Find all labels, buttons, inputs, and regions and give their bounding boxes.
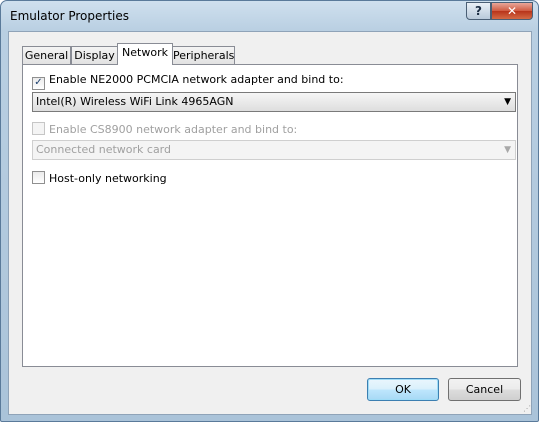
tab-general[interactable]: General	[22, 46, 71, 64]
check-icon: ✓	[34, 77, 43, 88]
help-button[interactable]: ?	[466, 2, 491, 20]
cs8900-adapter-value: Connected network card	[36, 143, 171, 156]
ne2000-checkbox-row[interactable]: ✓ Enable NE2000 PCMCIA network adapter a…	[32, 73, 344, 90]
tab-general-label: General	[24, 49, 69, 62]
cancel-button[interactable]: Cancel	[448, 378, 521, 401]
dropdown-arrow-icon: ▼	[504, 145, 511, 155]
cs8900-checkbox[interactable]	[32, 122, 45, 135]
tab-peripherals[interactable]: Peripherals	[172, 46, 235, 64]
ok-button-label: OK	[395, 383, 411, 396]
host-only-checkbox-row[interactable]: Host-only networking	[32, 171, 167, 187]
tab-display-label: Display	[74, 49, 115, 62]
emulator-properties-window: Emulator Properties ? ✕ General Display …	[0, 0, 539, 422]
host-only-checkbox[interactable]	[32, 171, 45, 184]
resize-grip-icon[interactable]: ⋰	[521, 404, 531, 414]
cs8900-checkbox-row[interactable]: Enable CS8900 network adapter and bind t…	[32, 122, 297, 138]
ok-button[interactable]: OK	[367, 378, 439, 401]
title-bar[interactable]: Emulator Properties ? ✕	[1, 1, 538, 31]
ne2000-label: Enable NE2000 PCMCIA network adapter and…	[49, 73, 344, 86]
cs8900-adapter-select[interactable]: Connected network card ▼	[32, 140, 516, 160]
ne2000-checkbox[interactable]: ✓	[32, 77, 45, 90]
dialog-body: General Display Network Peripherals ✓ En…	[8, 31, 532, 415]
host-only-label: Host-only networking	[49, 172, 167, 185]
close-button[interactable]: ✕	[491, 2, 533, 20]
tab-peripherals-label: Peripherals	[173, 49, 235, 62]
window-title: Emulator Properties	[10, 9, 130, 23]
network-tab-panel: ✓ Enable NE2000 PCMCIA network adapter a…	[22, 64, 518, 367]
cs8900-label: Enable CS8900 network adapter and bind t…	[49, 123, 298, 136]
dropdown-arrow-icon: ▼	[504, 97, 511, 107]
tab-network-label: Network	[122, 46, 168, 59]
cancel-button-label: Cancel	[465, 383, 504, 396]
tab-display[interactable]: Display	[71, 46, 118, 64]
close-icon: ✕	[506, 4, 518, 18]
ne2000-adapter-select[interactable]: Intel(R) Wireless WiFi Link 4965AGN ▼	[32, 92, 516, 112]
ne2000-adapter-value: Intel(R) Wireless WiFi Link 4965AGN	[36, 95, 234, 108]
tab-network[interactable]: Network	[117, 43, 173, 65]
question-mark-icon: ?	[475, 4, 482, 18]
